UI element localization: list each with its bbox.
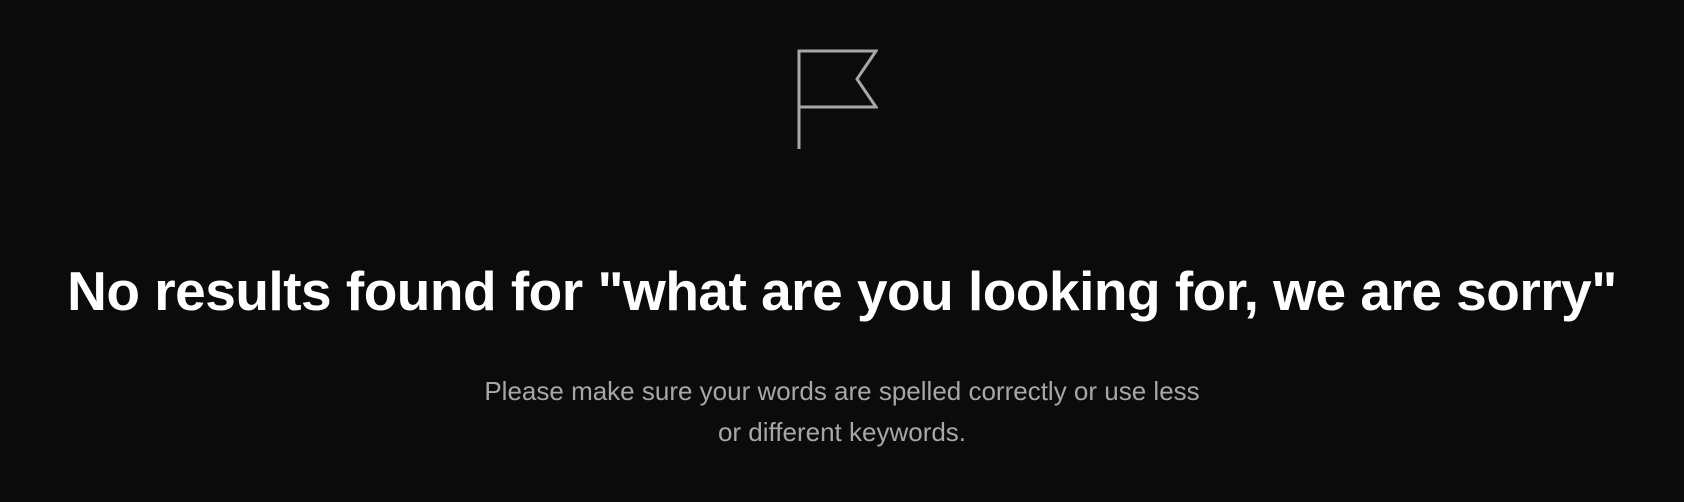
no-results-message-line-1: Please make sure your words are spelled … [484, 376, 1200, 406]
no-results-message: Please make sure your words are spelled … [442, 371, 1242, 453]
flag-icon [796, 49, 878, 149]
no-results-title: No results found for "what are you looki… [67, 259, 1617, 322]
empty-search-results: No results found for "what are you looki… [0, 0, 1684, 502]
no-results-message-line-2: or different keywords. [717, 417, 967, 447]
